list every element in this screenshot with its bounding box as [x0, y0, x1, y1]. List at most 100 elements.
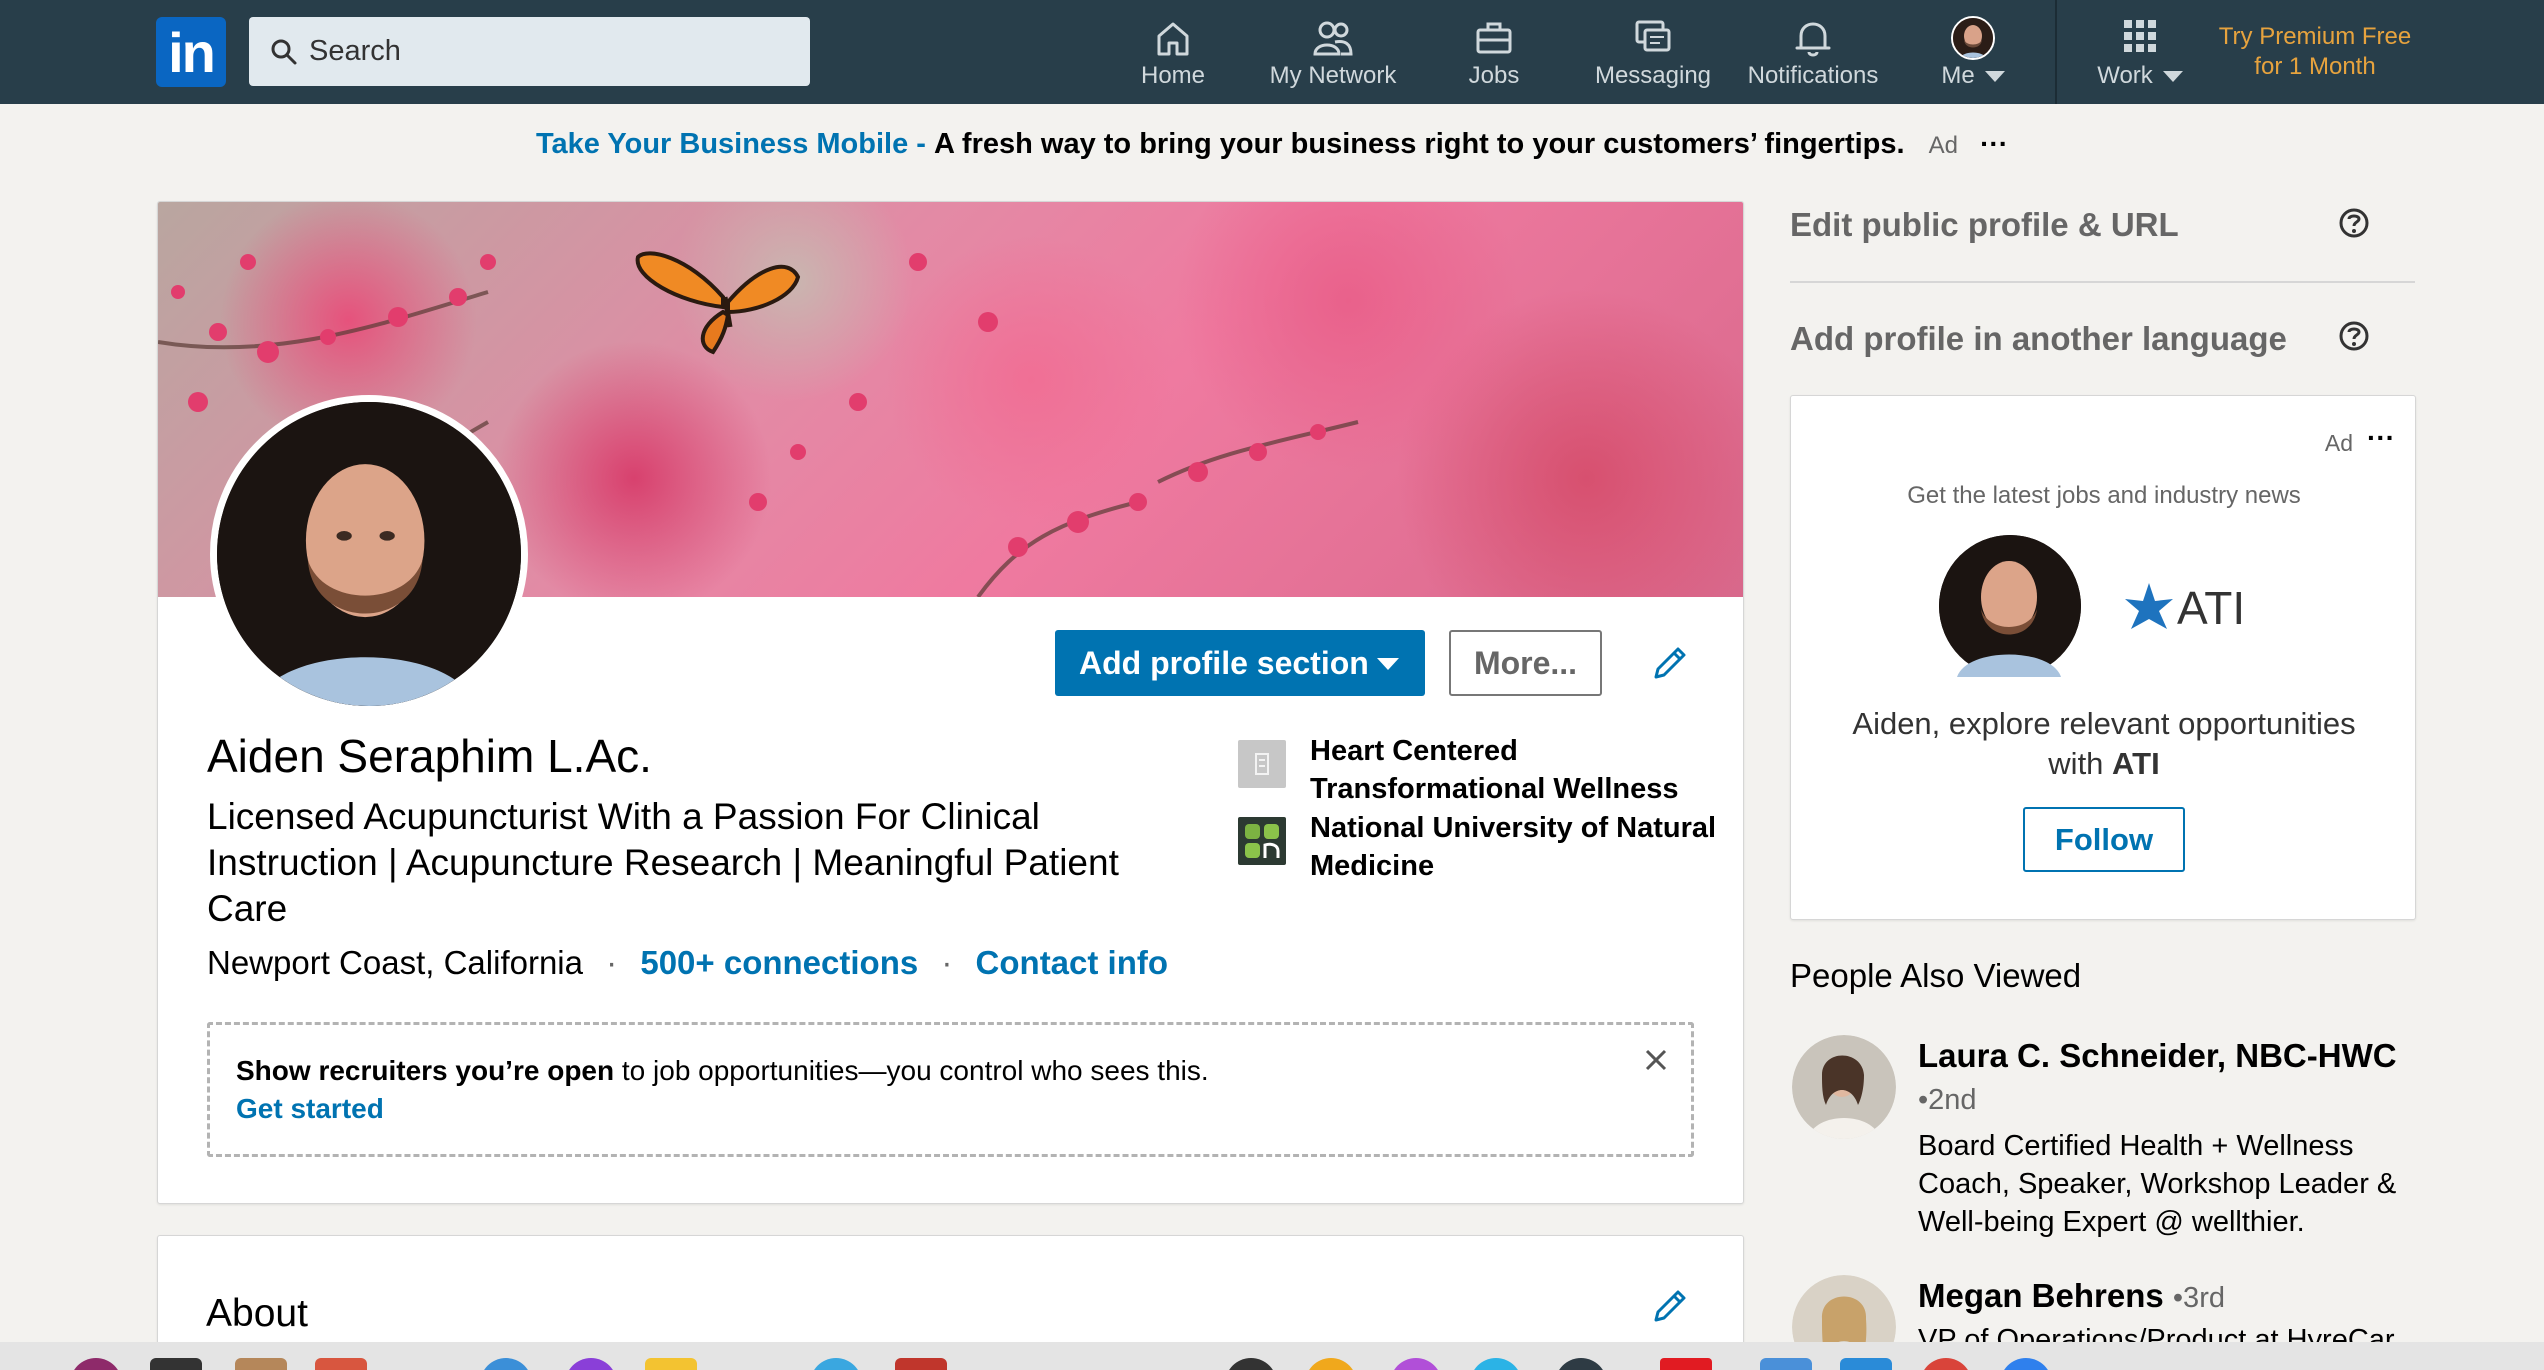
dock-app-icon[interactable] — [2000, 1358, 2052, 1370]
add-language-profile-link[interactable]: Add profile in another language — [1790, 320, 2287, 358]
profile-name: Aiden Seraphim L.Ac. — [207, 730, 652, 782]
dock-app-icon[interactable] — [480, 1358, 532, 1370]
dock-app-icon[interactable] — [1470, 1358, 1522, 1370]
org-current-company-name: Heart Centered Transformational Wellness — [1310, 735, 1679, 805]
premium-line-1: Try Premium Free — [2218, 23, 2412, 50]
separator-dot: · — [941, 944, 953, 981]
premium-line-2: for 1 Month — [2254, 53, 2376, 80]
search-icon — [271, 39, 297, 65]
nav-jobs[interactable]: Jobs — [1449, 16, 1539, 96]
person-name[interactable]: Megan Behrens •3rd — [1918, 1275, 2398, 1319]
try-premium-link[interactable]: Try Premium Free for 1 Month — [2200, 22, 2430, 82]
profile-top-card: Add profile section More... Aiden Seraph… — [157, 201, 1744, 1204]
more-button[interactable]: More... — [1449, 630, 1602, 696]
pencil-icon[interactable] — [1648, 641, 1692, 685]
nav-notifications[interactable]: Notifications — [1738, 16, 1888, 96]
nav-me-label: Me — [1928, 62, 2018, 90]
ad-tag: Ad — [1928, 132, 1959, 159]
nav-messaging-label: Messaging — [1594, 62, 1712, 89]
company-placeholder-icon — [1238, 740, 1286, 788]
university-logo-icon — [1238, 817, 1286, 865]
help-icon[interactable] — [2338, 207, 2370, 239]
messaging-icon — [1635, 20, 1671, 52]
nav-notifications-label: Notifications — [1747, 62, 1879, 89]
person-headline: Board Certified Health + Wellness Coach,… — [1918, 1130, 2397, 1238]
follow-button[interactable]: Follow — [2023, 807, 2185, 872]
dock-app-icon[interactable] — [1920, 1358, 1972, 1370]
open-to-work-text: Show recruiters you’re open to job oppor… — [236, 1055, 1209, 1086]
os-dock — [0, 1342, 2544, 1370]
dock-app-icon[interactable] — [810, 1358, 862, 1370]
open-to-work-prompt: Show recruiters you’re open to job oppor… — [207, 1022, 1694, 1157]
dock-app-icon[interactable] — [235, 1358, 287, 1370]
add-profile-section-label: Add profile section — [1079, 644, 1369, 681]
rail-divider — [1790, 281, 2415, 283]
add-profile-section-button[interactable]: Add profile section — [1055, 630, 1425, 696]
butterfly-image — [635, 251, 801, 355]
nav-my-network-label: My Network — [1269, 62, 1397, 89]
ad-message: Aiden, explore relevant opportunities wi… — [1852, 706, 2356, 781]
dock-app-icon[interactable] — [1555, 1358, 1607, 1370]
dock-app-icon[interactable] — [150, 1358, 202, 1370]
nav-work[interactable]: Work — [2090, 16, 2190, 96]
ad-tag: Ad — [2324, 430, 2353, 456]
search-input[interactable] — [309, 17, 789, 86]
top-ad-banner: Take Your Business Mobile - A fresh way … — [0, 128, 2544, 161]
profile-location: Newport Coast, California — [207, 944, 583, 981]
profile-photo[interactable] — [210, 395, 528, 713]
linkedin-logo[interactable]: in — [156, 17, 226, 87]
svg-text:ATI: ATI — [2177, 582, 2245, 634]
close-icon[interactable] — [1641, 1045, 1671, 1075]
profile-headline: Licensed Acupuncturist With a Passion Fo… — [207, 796, 1119, 929]
separator-dot: · — [606, 944, 618, 981]
nav-jobs-label: Jobs — [1468, 62, 1520, 89]
nav-home-label: Home — [1140, 62, 1206, 89]
network-icon — [1313, 21, 1353, 56]
dock-app-icon[interactable] — [1225, 1358, 1277, 1370]
follow-company-ad: Ad ··· Get the latest jobs and industry … — [1790, 395, 2416, 920]
connections-link[interactable]: 500+ connections — [640, 944, 918, 981]
nav-me[interactable]: Me — [1928, 16, 2018, 96]
org-education-name: National University of Natural Medicine — [1310, 812, 1717, 882]
help-icon[interactable] — [2338, 320, 2370, 352]
more-options-icon[interactable]: ··· — [1980, 128, 2008, 159]
dock-app-icon[interactable] — [645, 1358, 697, 1370]
contact-info-link[interactable]: Contact info — [976, 944, 1168, 981]
search-box[interactable] — [249, 17, 810, 86]
get-started-link[interactable]: Get started — [236, 1093, 384, 1125]
dock-app-icon[interactable] — [70, 1358, 122, 1370]
top-navigation-bar: in Home My Network Jobs — [0, 0, 2544, 104]
bell-icon — [1795, 22, 1831, 57]
grid-icon — [2124, 20, 2156, 52]
chevron-down-icon — [1984, 71, 2005, 83]
dock-app-icon[interactable] — [895, 1358, 947, 1370]
ad-text[interactable]: A fresh way to bring your business right… — [934, 128, 1905, 160]
person-name[interactable]: Laura C. Schneider, NBC-HWC •2nd — [1918, 1035, 2398, 1121]
profile-meta: Newport Coast, California · 500+ connect… — [207, 944, 1168, 982]
chevron-down-icon — [2162, 71, 2183, 83]
nav-divider — [2055, 0, 2057, 104]
me-avatar — [1951, 16, 1995, 60]
nav-my-network[interactable]: My Network — [1258, 16, 1408, 96]
dock-app-icon[interactable] — [1305, 1358, 1357, 1370]
nav-home[interactable]: Home — [1128, 16, 1218, 96]
ad-headline-link[interactable]: Take Your Business Mobile - — [536, 128, 926, 160]
ad-user-avatar — [1939, 535, 2081, 677]
ad-subtitle: Get the latest jobs and industry news — [1907, 482, 2301, 509]
dock-app-icon[interactable] — [315, 1358, 367, 1370]
pencil-icon[interactable] — [1648, 1284, 1692, 1328]
chevron-down-icon — [1377, 658, 1399, 670]
nav-work-label: Work — [2090, 62, 2190, 90]
edit-public-profile-link[interactable]: Edit public profile & URL — [1790, 206, 2179, 244]
dock-app-icon[interactable] — [1390, 1358, 1442, 1370]
about-title: About — [206, 1292, 308, 1335]
dock-app-icon[interactable] — [565, 1358, 617, 1370]
dock-app-icon[interactable] — [1660, 1358, 1712, 1370]
home-icon — [1157, 22, 1189, 56]
dock-app-icon[interactable] — [1840, 1358, 1892, 1370]
dock-app-icon[interactable] — [1760, 1358, 1812, 1370]
ati-logo: ATI — [2119, 574, 2269, 644]
more-options-icon[interactable]: ··· — [2367, 422, 2395, 454]
connection-degree: •3rd — [2172, 1282, 2225, 1314]
nav-messaging[interactable]: Messaging — [1590, 16, 1716, 96]
